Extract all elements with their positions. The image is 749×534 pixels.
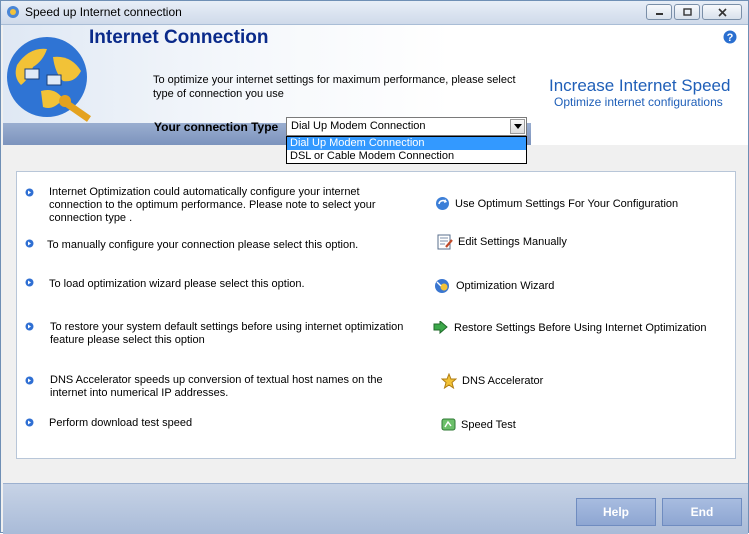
speed-test-icon	[441, 418, 456, 431]
star-icon	[441, 373, 457, 389]
brand-subtitle: Optimize internet configurations	[554, 95, 723, 109]
dns-accelerator-label: DNS Accelerator	[462, 375, 544, 387]
maximize-icon	[682, 8, 692, 16]
bullet-arrow-icon	[25, 188, 34, 197]
speed-test-label: Speed Test	[461, 418, 516, 431]
bullet-arrow-icon	[25, 239, 34, 248]
restore-icon	[433, 321, 448, 335]
end-button[interactable]: End	[662, 498, 742, 526]
title-bar[interactable]: Speed up Internet connection	[1, 1, 748, 25]
dropdown-option-dsl[interactable]: DSL or Cable Modem Connection	[287, 150, 526, 163]
row-description-dns: DNS Accelerator speeds up conversion of …	[50, 374, 383, 399]
row-description-manual: To manually configure your connection pl…	[47, 239, 359, 251]
globe-network-icon	[7, 37, 91, 122]
optimization-wizard-link[interactable]: Optimization Wizard	[434, 277, 554, 294]
use-optimum-settings-link[interactable]: Use Optimum Settings For Your Configurat…	[435, 196, 678, 211]
dropdown-option-dialup[interactable]: Dial Up Modem Connection	[287, 137, 526, 150]
help-icon[interactable]: ?	[722, 29, 738, 45]
options-panel: Internet Optimization could automaticall…	[16, 171, 736, 459]
connection-type-dropdown: Dial Up Modem Connection DSL or Cable Mo…	[286, 136, 527, 164]
row-description-speed-test: Perform download test speed	[49, 417, 193, 429]
page-title: Internet Connection	[89, 27, 269, 48]
bullet-arrow-icon	[25, 418, 34, 427]
optimize-icon	[436, 197, 449, 210]
help-button[interactable]: Help	[576, 498, 656, 526]
edit-settings-manually-label: Edit Settings Manually	[458, 236, 567, 248]
speed-test-link[interactable]: Speed Test	[441, 417, 516, 432]
dns-accelerator-link[interactable]: DNS Accelerator	[441, 373, 543, 389]
row-description-optimization: Internet Optimization could automaticall…	[49, 186, 376, 224]
optimization-wizard-label: Optimization Wizard	[456, 279, 555, 292]
header-description: To optimize your internet settings for m…	[153, 74, 516, 100]
edit-icon	[437, 234, 453, 250]
app-icon	[7, 6, 19, 18]
chevron-down-icon	[513, 124, 522, 129]
connection-type-value: Dial Up Modem Connection	[291, 120, 426, 132]
connection-type-select[interactable]: Dial Up Modem Connection	[286, 117, 527, 136]
maximize-button[interactable]	[674, 4, 700, 20]
minimize-icon	[655, 13, 663, 15]
bullet-arrow-icon	[25, 278, 34, 287]
row-description-restore: To restore your system default settings …	[50, 321, 404, 346]
svg-text:?: ?	[727, 32, 734, 44]
dropdown-arrow-button[interactable]	[510, 119, 525, 134]
minimize-button[interactable]	[646, 4, 672, 20]
use-optimum-settings-label: Use Optimum Settings For Your Configurat…	[455, 197, 679, 210]
bullet-arrow-icon	[25, 322, 34, 331]
app-window: Speed up Internet connection Internet Co…	[0, 0, 749, 534]
brand-title: Increase Internet Speed	[549, 76, 731, 95]
wizard-icon	[435, 279, 449, 293]
window-title: Speed up Internet connection	[25, 5, 182, 19]
row-description-wizard: To load optimization wizard please selec…	[49, 278, 305, 290]
close-icon	[717, 7, 727, 17]
restore-settings-label: Restore Settings Before Using Internet O…	[454, 322, 707, 334]
edit-settings-manually-link[interactable]: Edit Settings Manually	[437, 234, 567, 250]
bullet-arrow-icon	[25, 376, 34, 385]
restore-settings-link[interactable]: Restore Settings Before Using Internet O…	[433, 321, 707, 335]
connection-type-label: Your connection Type	[154, 120, 279, 134]
close-button[interactable]	[702, 4, 742, 20]
